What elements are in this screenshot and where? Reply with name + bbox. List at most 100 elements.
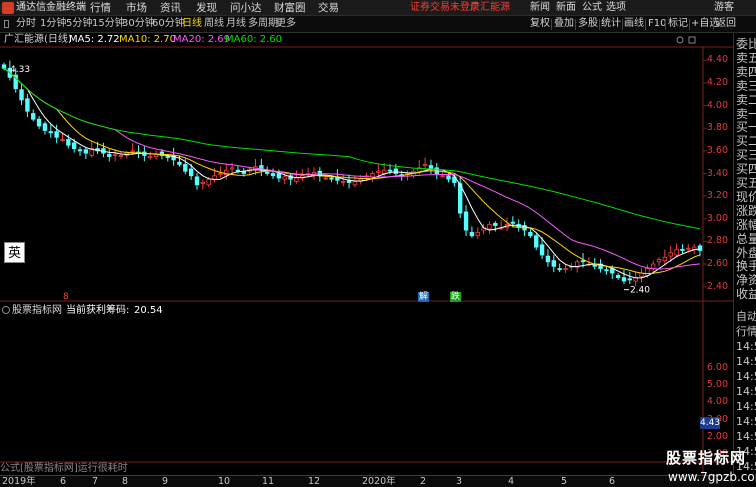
unlock-marker[interactable]: 解 bbox=[418, 292, 430, 302]
tick-time-label: 14:5 bbox=[736, 370, 756, 383]
quote-row-label: 委比 bbox=[736, 37, 756, 51]
ime-indicator[interactable]: 英 bbox=[4, 242, 25, 263]
ma5-line bbox=[3, 67, 701, 279]
candle-body bbox=[235, 169, 241, 172]
quote-row-label: 买四 bbox=[736, 162, 756, 177]
candle-body bbox=[66, 139, 71, 146]
candle-body bbox=[218, 173, 223, 175]
quote-row-label: 卖五 bbox=[736, 50, 756, 65]
candle-body bbox=[651, 263, 656, 269]
candle-body bbox=[475, 231, 480, 237]
candle-body bbox=[19, 89, 24, 101]
quote-row-label: 买五 bbox=[736, 176, 756, 190]
candle-body bbox=[534, 235, 539, 248]
candle-body bbox=[370, 173, 375, 178]
candle-body bbox=[54, 131, 59, 138]
candle-body bbox=[165, 156, 170, 158]
quote-row-label: 卖四 bbox=[736, 64, 756, 79]
quote-row-label: 涨跌 bbox=[736, 203, 756, 218]
candle-body bbox=[48, 131, 53, 134]
indicator-tick-label: 4.00 bbox=[706, 396, 728, 408]
candle-body bbox=[206, 178, 211, 186]
candle-body bbox=[352, 181, 358, 186]
quote-row-label: 卖三 bbox=[736, 78, 756, 93]
candle-body bbox=[323, 177, 328, 180]
candle-body bbox=[36, 118, 42, 127]
site-watermark: 股票指标网 www.7gpzb.com bbox=[666, 449, 756, 487]
quote-row-label: 涨幅 bbox=[736, 217, 756, 232]
candle-body bbox=[528, 231, 533, 237]
tick-time-label: 自动 bbox=[736, 310, 756, 323]
candle-body bbox=[1, 64, 7, 69]
drop-marker[interactable]: 跌 bbox=[450, 292, 462, 302]
candle-body bbox=[71, 142, 77, 149]
candle-body bbox=[341, 181, 346, 183]
date-tick-label: 2019年 bbox=[2, 476, 36, 487]
quote-row-label: 净资 bbox=[736, 273, 756, 288]
price-tick-label: 4.00 bbox=[706, 99, 728, 111]
candle-body bbox=[487, 224, 492, 230]
tick-time-label: 14:5 bbox=[736, 355, 756, 368]
quote-row-label: 卖二 bbox=[736, 92, 756, 107]
price-tick-label: 3.60 bbox=[706, 144, 728, 156]
candle-body bbox=[493, 222, 498, 226]
date-tick-label: 2020年 bbox=[362, 476, 396, 487]
tick-time-label: 14:5 bbox=[736, 385, 756, 398]
price-tick-label: 4.40 bbox=[706, 54, 728, 66]
date-tick-label: 6 bbox=[609, 476, 616, 487]
indicator-name: 股票指标网 bbox=[12, 305, 62, 316]
candle-body bbox=[697, 245, 703, 251]
indicator-tick-label: 6.00 bbox=[706, 362, 728, 373]
candle-body bbox=[229, 167, 235, 170]
indicator-tick-label: 5.00 bbox=[706, 379, 728, 391]
price-tick-label: 3.40 bbox=[706, 167, 728, 179]
candle-body bbox=[691, 246, 697, 250]
candle-body bbox=[130, 150, 135, 153]
candle-body bbox=[329, 177, 334, 180]
candle-body bbox=[627, 278, 633, 281]
ma20-line bbox=[3, 67, 701, 270]
event-marker[interactable]: 8 bbox=[62, 292, 70, 302]
kline-chart[interactable]: 4.33 2.40 bbox=[0, 0, 733, 475]
date-tick-label: 7 bbox=[92, 476, 99, 487]
candle-body bbox=[686, 247, 691, 250]
candle-body bbox=[200, 182, 206, 185]
tick-time-label: 14:5 bbox=[736, 340, 756, 353]
candle-body bbox=[177, 161, 182, 165]
candle-body bbox=[662, 256, 668, 262]
watermark-url: www.7gpzb.com bbox=[668, 470, 756, 484]
price-tag: 4.43 bbox=[700, 417, 721, 429]
candle-body bbox=[463, 211, 469, 231]
price-tick-label: 2.40 bbox=[706, 280, 728, 292]
candle-body bbox=[276, 173, 282, 179]
ma10-line bbox=[3, 67, 701, 275]
date-tick-label: 8 bbox=[122, 476, 129, 487]
quote-row-label: 买一 bbox=[736, 120, 756, 135]
indicator-settings-icon[interactable] bbox=[2, 306, 10, 314]
candle-body bbox=[381, 169, 387, 174]
tick-time-label: 14:5 bbox=[736, 400, 756, 413]
candle-body bbox=[282, 176, 287, 180]
tick-time-label: 14:5 bbox=[736, 415, 756, 428]
candle-body bbox=[183, 164, 188, 172]
price-tick-label: 4.20 bbox=[706, 76, 728, 88]
quote-row-label: 买二 bbox=[736, 134, 756, 149]
candle-body bbox=[557, 268, 562, 271]
price-tick-label: 3.20 bbox=[706, 190, 728, 202]
date-tick-label: 10 bbox=[218, 476, 231, 487]
chart-option-icon bbox=[676, 36, 684, 44]
candle-body bbox=[545, 255, 551, 263]
quote-row-label: 收益 bbox=[736, 287, 756, 302]
quote-row-label: 买三 bbox=[736, 148, 756, 163]
candle-body bbox=[118, 154, 124, 157]
candle-body bbox=[604, 269, 609, 272]
price-tick-label: 3.80 bbox=[706, 122, 728, 134]
indicator-value: 20.54 bbox=[134, 305, 163, 316]
quote-row-label: 总量 bbox=[736, 231, 756, 246]
price-tick-label: 3.00 bbox=[706, 212, 728, 224]
candle-body bbox=[194, 176, 200, 186]
candle-body bbox=[446, 175, 451, 180]
chart-maximize-icon bbox=[688, 36, 696, 44]
date-tick-label: 12 bbox=[308, 476, 321, 487]
candle-body bbox=[393, 168, 399, 174]
